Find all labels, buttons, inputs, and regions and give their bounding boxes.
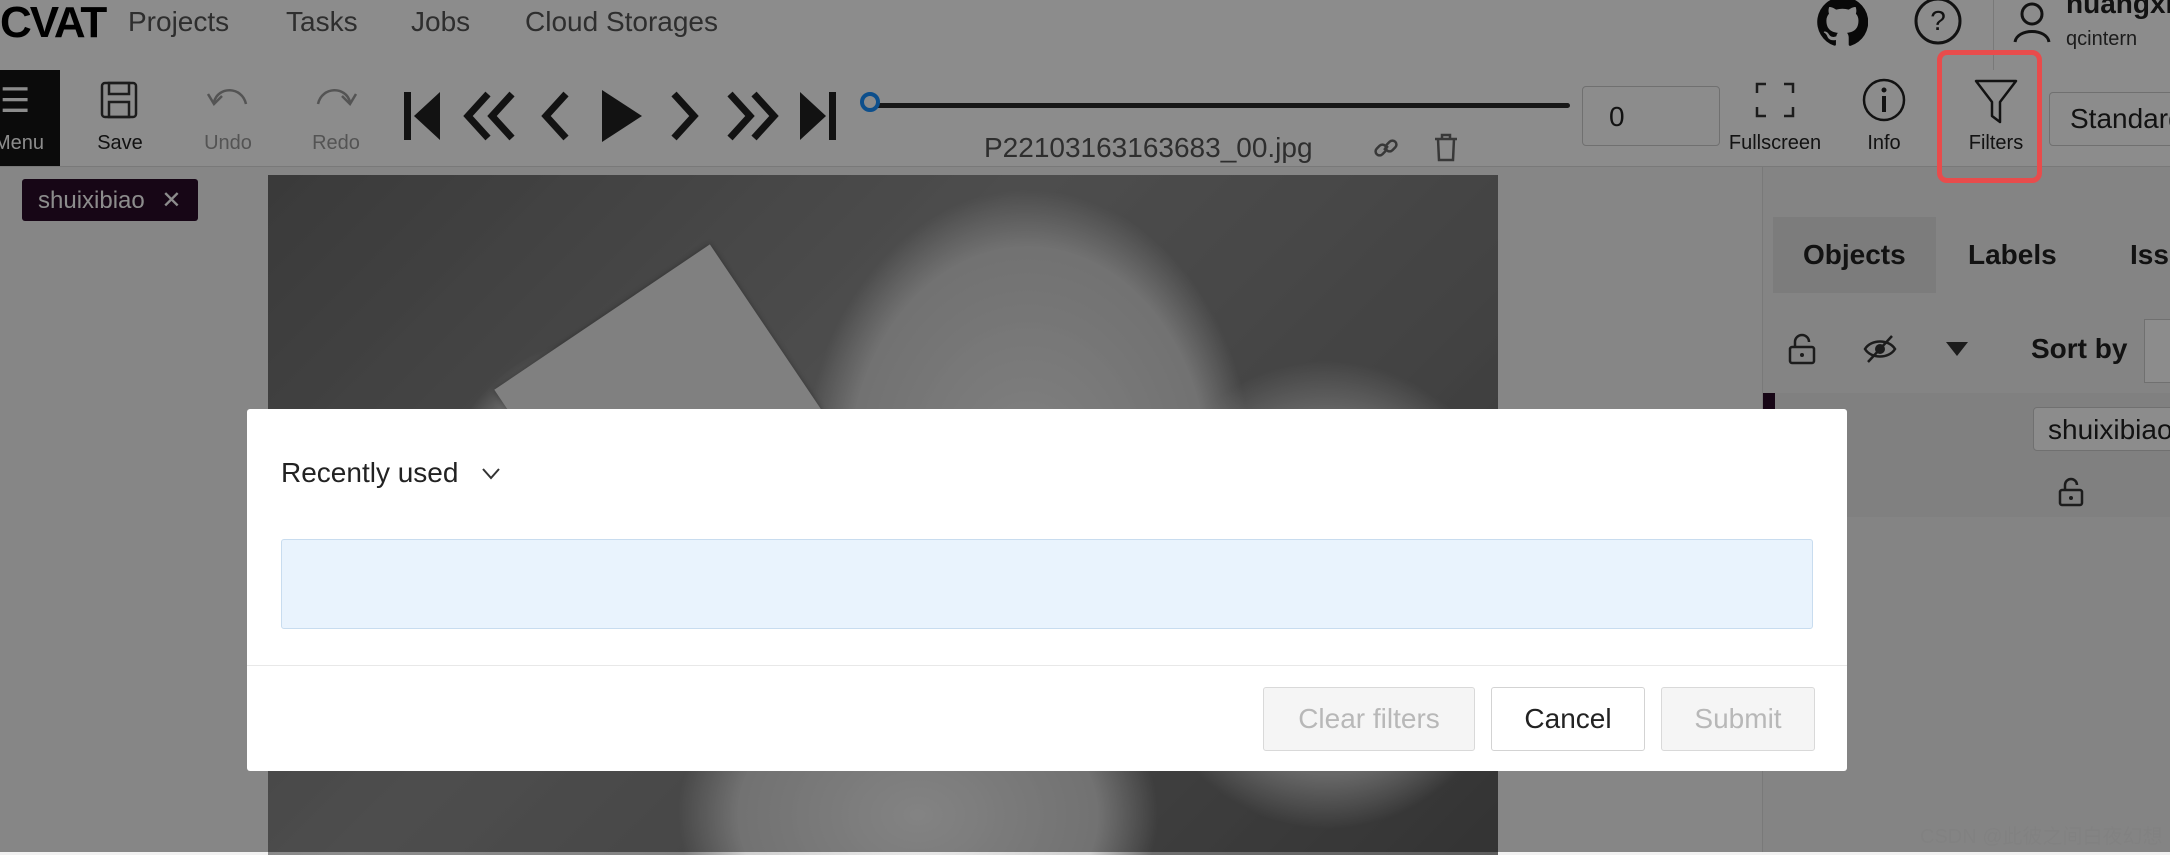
recently-used-dropdown[interactable]: Recently used: [281, 457, 458, 489]
filters-highlight-box: [1937, 50, 2042, 183]
filters-modal: Recently used Clear filters Cancel Submi…: [247, 409, 1847, 771]
cancel-button[interactable]: Cancel: [1491, 687, 1645, 751]
submit-button[interactable]: Submit: [1661, 687, 1815, 751]
modal-divider: [247, 665, 1847, 666]
chevron-down-icon[interactable]: [481, 467, 501, 481]
clear-filters-button[interactable]: Clear filters: [1263, 687, 1475, 751]
filter-query-builder[interactable]: [281, 539, 1813, 629]
